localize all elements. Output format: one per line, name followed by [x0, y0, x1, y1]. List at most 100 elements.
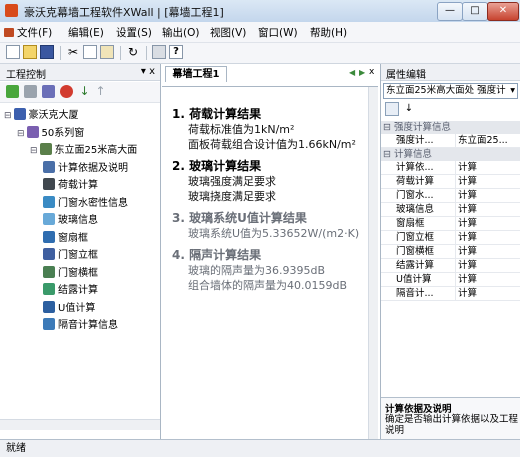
refresh-icon[interactable]: ↻ — [126, 45, 140, 59]
add-series-icon[interactable] — [24, 85, 37, 98]
dropdown-chevron-icon[interactable]: ▾ — [510, 84, 515, 98]
tree-item[interactable]: U值计算 — [43, 299, 95, 314]
property-panel: 属性编辑 东立面25米高大面处 强度计 ▾ ↓ ⊟ 强度计算信息 强度计... 东立… — [380, 64, 520, 439]
tab-close-icon[interactable]: x — [369, 67, 374, 77]
tree-item[interactable]: 计算依据及说明 — [43, 159, 128, 174]
tree-item[interactable]: 玻璃信息 — [43, 211, 98, 226]
property-row[interactable]: 窗扇框 计算 — [381, 217, 520, 231]
menu-output[interactable]: 输出(O) — [162, 25, 199, 40]
toolbar-separator — [120, 46, 121, 60]
property-row[interactable]: 计算依... 计算 — [381, 161, 520, 175]
categorized-view-icon[interactable] — [385, 102, 399, 116]
tree-item[interactable]: 荷载计算 — [43, 176, 98, 191]
sort-alpha-icon[interactable]: ↓ — [402, 102, 416, 116]
tree-expander-icon[interactable]: ⊟ — [4, 111, 12, 121]
open-folder-icon[interactable] — [23, 45, 37, 59]
property-value[interactable]: 计算 — [455, 189, 520, 202]
property-row[interactable]: 荷载计算 计算 — [381, 175, 520, 189]
tab-prev-icon[interactable]: ◀ — [349, 68, 355, 77]
property-row[interactable]: 门窗横框 计算 — [381, 245, 520, 259]
title-bar: 豪沃克幕墙工程软件XWall | [幕墙工程1] — □ ✕ — [0, 0, 520, 23]
tree-item[interactable]: 窗扇框 — [43, 229, 88, 244]
tree-item[interactable]: 隔音计算信息 — [43, 316, 118, 331]
tree-item[interactable]: 门窗立框 — [43, 246, 98, 261]
tree-expander-icon[interactable]: ⊟ — [17, 129, 25, 139]
tree-item[interactable]: ⊟ 东立面25米高大面 — [30, 141, 137, 156]
object-selector[interactable]: 东立面25米高大面处 强度计 ▾ — [383, 83, 518, 99]
tree-item[interactable]: 门窗水密性信息 — [43, 194, 128, 209]
menu-settings[interactable]: 设置(S) — [116, 25, 152, 40]
tree-item-label: 东立面25米高大面 — [54, 145, 138, 156]
move-up-icon[interactable]: ↑ — [94, 85, 107, 98]
property-category[interactable]: ⊟ 计算信息 — [381, 148, 520, 161]
maximize-button[interactable]: □ — [462, 2, 488, 21]
property-row[interactable]: U值计算 计算 — [381, 273, 520, 287]
tree-item[interactable]: ⊟ 豪沃克大厦 — [4, 106, 79, 121]
property-row[interactable]: 门窗立框 计算 — [381, 231, 520, 245]
tree-item-label: 结露计算 — [58, 285, 98, 296]
add-facade-icon[interactable] — [42, 85, 55, 98]
report-view: 1. 荷载计算结果 荷载标准值为1kN/m² 面板荷载组合设计值为1.66kN/m²… — [162, 86, 378, 440]
report-scrollbar[interactable] — [368, 87, 378, 440]
menu-view[interactable]: 视图(V) — [210, 25, 246, 40]
property-value[interactable]: 计算 — [455, 259, 520, 272]
property-category[interactable]: ⊟ 强度计算信息 — [381, 121, 520, 134]
property-value[interactable]: 计算 — [455, 245, 520, 258]
property-value[interactable]: 计算 — [455, 217, 520, 230]
property-value[interactable]: 计算 — [455, 175, 520, 188]
tab-next-icon[interactable]: ▶ — [359, 68, 365, 77]
property-value[interactable]: 计算 — [455, 287, 520, 300]
doc-icon — [43, 160, 55, 173]
property-name: 计算依... — [396, 162, 434, 173]
delete-icon[interactable] — [60, 85, 73, 98]
save-icon[interactable] — [40, 45, 54, 59]
mullion-icon — [43, 248, 55, 260]
property-value[interactable]: 计算 — [455, 203, 520, 216]
cut-icon[interactable]: ✂ — [66, 45, 80, 59]
tree-expander-icon[interactable]: ⊟ — [30, 146, 38, 156]
paste-icon[interactable] — [100, 45, 114, 59]
report-line: 玻璃挠度满足要求 — [188, 190, 276, 203]
tree-horizontal-scrollbar[interactable] — [0, 419, 160, 430]
tree-item-label: 门窗立框 — [58, 250, 98, 261]
property-name: 门窗水... — [396, 190, 434, 201]
sash-icon — [43, 230, 55, 243]
print-icon[interactable] — [152, 45, 166, 59]
property-panel-title: 属性编辑 — [386, 70, 426, 81]
property-value[interactable]: 东立面25... — [455, 134, 520, 147]
tab-project-1[interactable]: 幕墙工程1 — [165, 66, 227, 82]
property-value[interactable]: 计算 — [455, 161, 520, 174]
report-heading: 4. 隔声计算结果 — [172, 248, 262, 262]
menu-edit[interactable]: 编辑(E) — [68, 25, 104, 40]
property-row[interactable]: 隔音计... 计算 — [381, 287, 520, 301]
close-button[interactable]: ✕ — [487, 2, 519, 21]
tree-item[interactable]: 门窗横框 — [43, 264, 98, 279]
tree-item[interactable]: 结露计算 — [43, 281, 98, 296]
new-file-icon[interactable] — [6, 45, 20, 59]
menu-window[interactable]: 窗口(W) — [258, 25, 298, 40]
panel-pin-close[interactable]: ▾ x — [141, 66, 155, 77]
copy-icon[interactable] — [83, 45, 97, 59]
property-row[interactable]: 玻璃信息 计算 — [381, 203, 520, 217]
property-value[interactable]: 计算 — [455, 273, 520, 286]
add-building-icon[interactable] — [6, 85, 19, 98]
property-row[interactable]: 强度计... 东立面25... — [381, 134, 520, 148]
load-icon — [43, 178, 55, 190]
tree-item[interactable]: ⊟ 50系列窗 — [17, 124, 84, 139]
tree-item-label: 豪沃克大厦 — [28, 110, 79, 121]
property-value[interactable]: 计算 — [455, 231, 520, 244]
help-icon[interactable]: ? — [169, 45, 183, 59]
series-icon — [26, 125, 39, 138]
uvalue-icon — [43, 300, 55, 313]
menu-help[interactable]: 帮助(H) — [310, 25, 347, 40]
move-down-icon[interactable]: ↓ — [78, 85, 91, 98]
property-row[interactable]: 结露计算 计算 — [381, 259, 520, 273]
menu-file[interactable]: 文件(F) — [4, 25, 52, 40]
property-description: 计算依据及说明 确定是否输出计算依据以及工程说明 — [381, 397, 520, 439]
report-heading: 1. 荷载计算结果 — [172, 107, 262, 121]
property-row[interactable]: 门窗水... 计算 — [381, 189, 520, 203]
minimize-button[interactable]: — — [437, 2, 463, 21]
property-name: 强度计... — [396, 135, 434, 146]
tree-item-label: 隔音计算信息 — [58, 320, 118, 331]
glass-icon — [43, 213, 55, 225]
